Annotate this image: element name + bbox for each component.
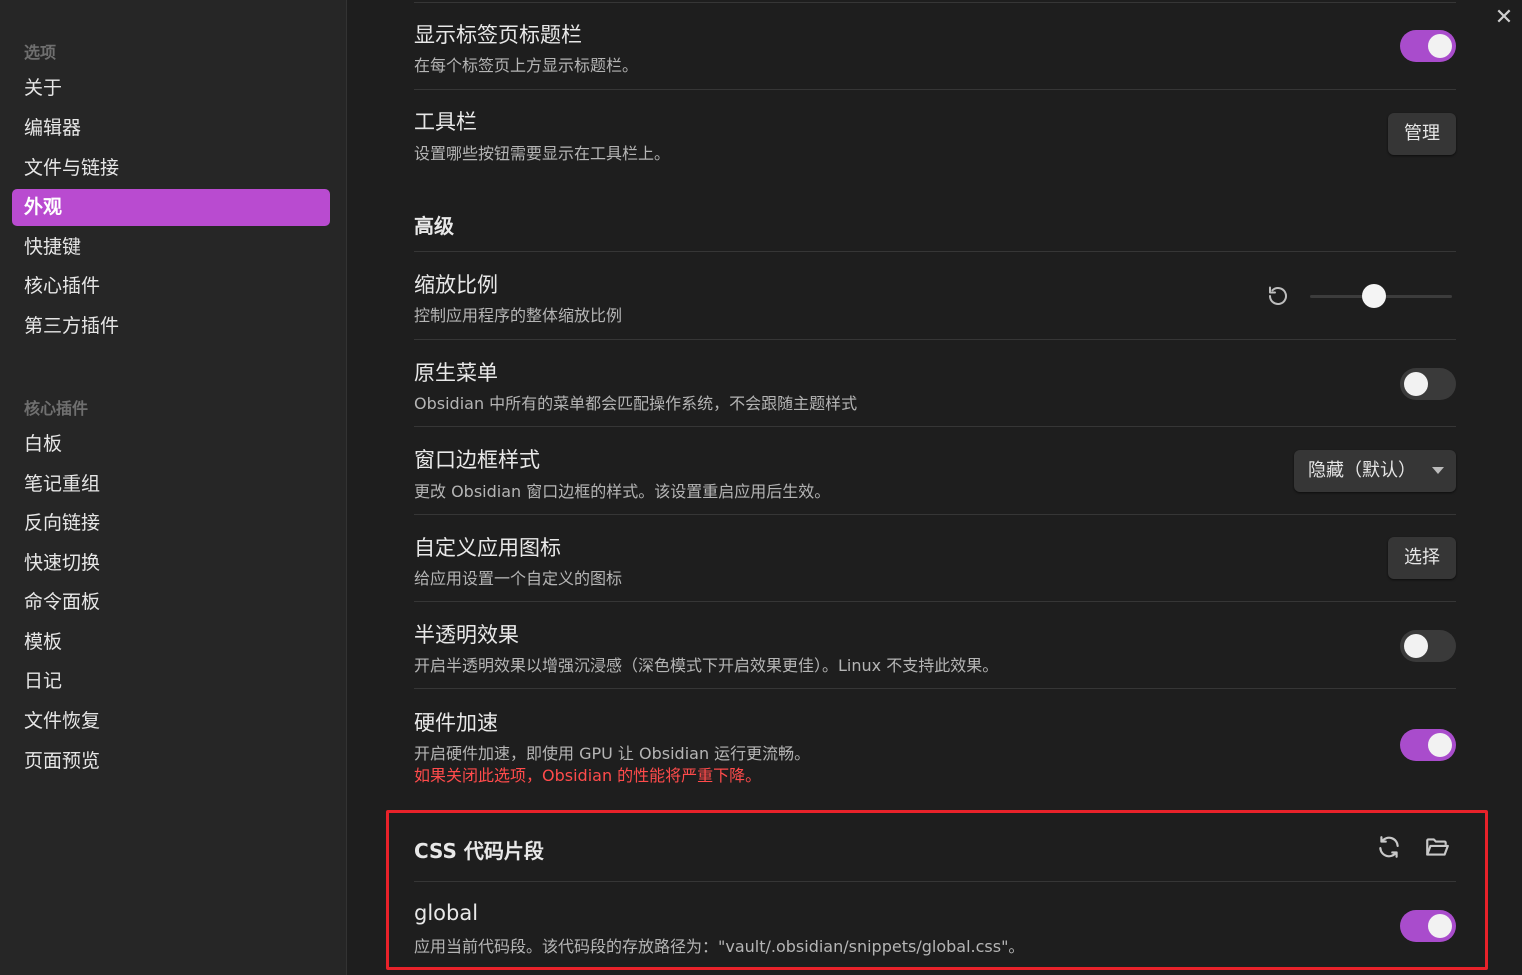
setting-translucency: 半透明效果 开启半透明效果以增强沉浸感（深色模式下开启效果更佳）。Linux 不… (414, 601, 1456, 689)
setting-desc: 给应用设置一个自定义的图标 (414, 569, 623, 588)
setting-title: 硬件加速 (414, 711, 498, 735)
setting-window-frame: 窗口边框样式 更改 Obsidian 窗口边框的样式。该设置重启应用后生效。 隐… (414, 426, 1456, 514)
sidebar-item-daily-notes[interactable]: 日记 (12, 663, 330, 700)
sidebar-item-core-plugins[interactable]: 核心插件 (12, 268, 330, 305)
setting-desc: 在每个标签页上方显示标题栏。 (414, 56, 639, 75)
chevron-down-icon (1432, 467, 1444, 474)
native-menu-toggle[interactable] (1400, 368, 1456, 400)
setting-warning: 如果关闭此选项，Obsidian 的性能将严重下降。 (414, 766, 762, 785)
setting-title: 自定义应用图标 (414, 536, 561, 560)
tab-title-bar-toggle[interactable] (1400, 30, 1456, 62)
translucency-toggle[interactable] (1400, 630, 1456, 662)
sidebar-item-quick-switcher[interactable]: 快速切换 (12, 545, 330, 582)
setting-desc: Obsidian 中所有的菜单都会匹配操作系统，不会跟随主题样式 (414, 394, 858, 413)
setting-hardware-acceleration: 硬件加速 开启硬件加速，即使用 GPU 让 Obsidian 运行更流畅。 如果… (414, 688, 1456, 798)
choose-icon-button[interactable]: 选择 (1388, 537, 1456, 579)
dropdown-value: 隐藏（默认） (1308, 460, 1416, 481)
setting-title: 工具栏 (414, 110, 477, 134)
sidebar-item-command-palette[interactable]: 命令面板 (12, 584, 330, 621)
settings-sidebar: 选项 关于 编辑器 文件与链接 外观 快捷键 核心插件 第三方插件 核心插件 白… (0, 0, 347, 975)
setting-desc: 设置哪些按钮需要显示在工具栏上。 (414, 144, 671, 163)
setting-title: 原生菜单 (414, 361, 498, 385)
setting-desc: 控制应用程序的整体缩放比例 (414, 306, 623, 325)
sidebar-item-file-recovery[interactable]: 文件恢复 (12, 703, 330, 740)
sidebar-item-appearance[interactable]: 外观 (12, 189, 330, 226)
core-plugins-heading: 核心插件 (24, 399, 89, 418)
setting-tab-title-bar: 显示标签页标题栏 在每个标签页上方显示标题栏。 (414, 2, 1456, 90)
sidebar-item-community-plugins[interactable]: 第三方插件 (12, 308, 330, 345)
sidebar-item-templates[interactable]: 模板 (12, 624, 330, 661)
sidebar-item-backlinks[interactable]: 反向链接 (12, 505, 330, 542)
toggle-knob (1428, 733, 1452, 757)
sidebar-item-note-composer[interactable]: 笔记重组 (12, 466, 330, 503)
close-icon[interactable]: ✕ (1492, 6, 1516, 30)
setting-title: 半透明效果 (414, 623, 519, 647)
annotation-highlight-box (386, 810, 1488, 970)
setting-desc: 更改 Obsidian 窗口边框的样式。该设置重启应用后生效。 (414, 482, 831, 501)
hardware-acceleration-toggle[interactable] (1400, 729, 1456, 761)
advanced-heading: 高级 (414, 214, 454, 238)
window-frame-dropdown[interactable]: 隐藏（默认） (1294, 450, 1456, 492)
zoom-control (1266, 281, 1456, 311)
reset-icon[interactable] (1266, 284, 1290, 308)
options-heading: 选项 (24, 43, 57, 62)
setting-toolbar: 工具栏 设置哪些按钮需要显示在工具栏上。 管理 (414, 89, 1456, 179)
setting-title: 缩放比例 (414, 273, 498, 297)
sidebar-item-editor[interactable]: 编辑器 (12, 110, 330, 147)
toggle-knob (1428, 34, 1452, 58)
setting-title: 窗口边框样式 (414, 448, 540, 472)
setting-desc: 开启硬件加速，即使用 GPU 让 Obsidian 运行更流畅。 (414, 744, 811, 763)
sidebar-item-about[interactable]: 关于 (12, 70, 330, 107)
zoom-slider-thumb[interactable] (1361, 284, 1386, 308)
sidebar-item-canvas[interactable]: 白板 (12, 426, 330, 463)
sidebar-item-page-preview[interactable]: 页面预览 (12, 743, 330, 780)
setting-custom-icon: 自定义应用图标 给应用设置一个自定义的图标 选择 (414, 514, 1456, 602)
setting-native-menu: 原生菜单 Obsidian 中所有的菜单都会匹配操作系统，不会跟随主题样式 (414, 339, 1456, 427)
manage-toolbar-button[interactable]: 管理 (1388, 113, 1456, 155)
setting-title: 显示标签页标题栏 (414, 23, 582, 47)
sidebar-item-files-links[interactable]: 文件与链接 (12, 150, 330, 187)
sidebar-item-hotkeys[interactable]: 快捷键 (12, 229, 330, 266)
setting-zoom: 缩放比例 控制应用程序的整体缩放比例 (414, 251, 1456, 339)
toggle-knob (1404, 372, 1428, 396)
advanced-section: 高级 (414, 190, 1456, 250)
toggle-knob (1404, 634, 1428, 658)
setting-desc: 开启半透明效果以增强沉浸感（深色模式下开启效果更佳）。Linux 不支持此效果。 (414, 656, 999, 675)
